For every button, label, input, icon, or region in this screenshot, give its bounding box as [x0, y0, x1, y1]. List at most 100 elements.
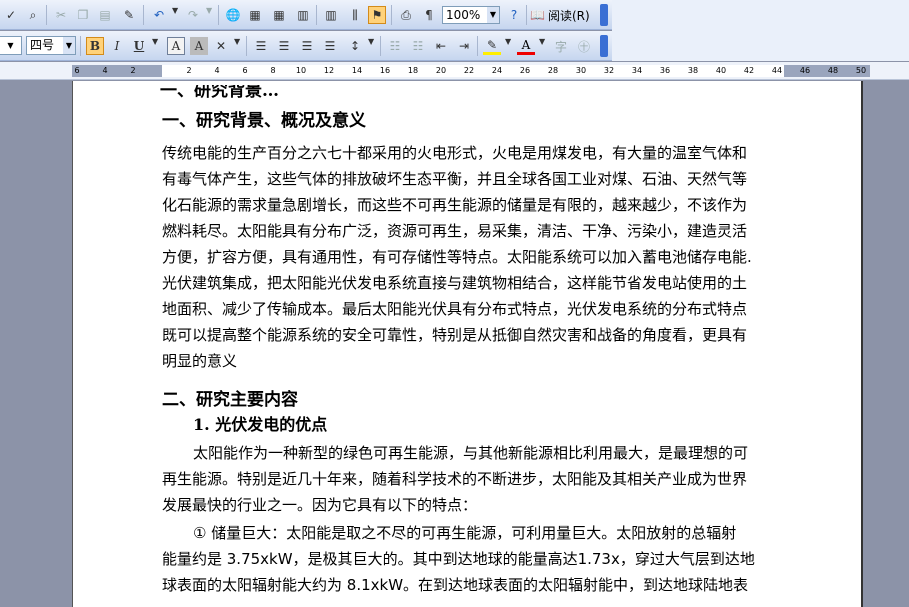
font-size-value: 四号	[30, 38, 55, 52]
bullets-icon[interactable]: ☷	[409, 37, 427, 55]
phonetic-guide-icon[interactable]: 字	[552, 37, 570, 55]
ruler-label: 46	[799, 66, 811, 75]
ruler-label: 10	[295, 66, 307, 75]
cut-icon[interactable]: ✂	[52, 6, 70, 24]
body-line: 既可以提高整个能源系统的安全可靠性，特别是从抵御自然灾害和战备的角度看，更具有	[162, 326, 748, 344]
highlight-icon[interactable]: ✎	[483, 37, 501, 55]
ruler-label: 28	[547, 66, 559, 75]
copy-icon[interactable]: ❐	[74, 6, 92, 24]
toolbar-options-handle[interactable]	[600, 35, 608, 57]
ruler-label: 12	[323, 66, 335, 75]
align-center-icon[interactable]: ☰	[275, 37, 293, 55]
body-line: 燃料耗尽。太阳能具有分布广泛，资源可再生，易采集，清洁、干净、污染小，建造灵活	[162, 222, 748, 240]
ruler-left-margin	[72, 65, 162, 77]
separator	[477, 36, 478, 56]
char-shading-button[interactable]: A	[190, 37, 208, 55]
formatting-toolbar: ▼ 四号 ▼ B I U ▼ A A ✕ ▼ ☰ ☰ ☰ ☰ ↕ ▼ ☷ ☷ ⇤…	[0, 31, 612, 61]
font-color-dropdown-icon[interactable]: ▼	[539, 37, 545, 46]
drawing-icon[interactable]: ⫼	[346, 6, 364, 24]
ruler-label: 48	[827, 66, 839, 75]
standard-toolbar: ✓ ⌕ ✂ ❐ ▤ ✎ ↶ ▼ ↷ ▼ 🌐 ▦ ▦ ▥ ▥ ⫼ ⚑ ⎙ ¶ 10…	[0, 0, 612, 30]
enclose-chars-icon[interactable]: ㊉	[575, 37, 593, 55]
body-line: 再生能源。特别是近几十年来，随着科学技术的不断进步，太阳能及其相关产业成为世界	[162, 470, 748, 488]
distributed-align-icon[interactable]: ☰	[321, 37, 339, 55]
help-icon[interactable]: ?	[505, 6, 523, 24]
font-color-button[interactable]: A	[517, 37, 535, 55]
bold-button[interactable]: B	[86, 37, 104, 55]
ruler-label: 4	[102, 66, 108, 75]
redo-dropdown-icon[interactable]: ▼	[206, 6, 212, 15]
separator	[380, 36, 381, 56]
ruler-label: 6	[74, 66, 80, 75]
body-line: 方便，扩容方便，具有通用性，有可存储性等特点。太阳能系统可以加入蓄电池储存电能.	[162, 248, 752, 266]
char-scale-dropdown-icon[interactable]: ▼	[234, 37, 240, 46]
toolbar-options-handle[interactable]	[600, 4, 608, 26]
separator	[316, 5, 317, 25]
insert-table-icon[interactable]: ▦	[270, 6, 288, 24]
align-justify-icon[interactable]: ☰	[252, 37, 270, 55]
toolbar-background	[612, 0, 909, 61]
document-map-icon[interactable]: ⚑	[368, 6, 386, 24]
read-button[interactable]: 📖 阅读(R)	[530, 6, 590, 24]
research-icon[interactable]: ⌕	[24, 6, 42, 24]
tables-borders-icon[interactable]: ▦	[246, 6, 264, 24]
highlight-dropdown-icon[interactable]: ▼	[505, 37, 511, 46]
ruler-label: 18	[407, 66, 419, 75]
zoom-select[interactable]: 100% ▼	[442, 6, 500, 24]
ruler-label: 16	[379, 66, 391, 75]
ruler-label: 50	[855, 66, 867, 75]
separator	[218, 5, 219, 25]
horizontal-ruler[interactable]: 6 4 2 2 4 6 8 10 12 14 16 18 20 22 24 26…	[0, 62, 909, 80]
align-right-icon[interactable]: ☰	[298, 37, 316, 55]
decrease-indent-icon[interactable]: ⇤	[432, 37, 450, 55]
ruler-label: 20	[435, 66, 447, 75]
paste-icon[interactable]: ▤	[96, 6, 114, 24]
spelling-icon[interactable]: ✓	[2, 6, 20, 24]
section2-heading: 二、研究主要内容	[162, 390, 298, 410]
ruler-label: 24	[491, 66, 503, 75]
insert-excel-icon[interactable]: ▥	[294, 6, 312, 24]
ruler-label: 36	[659, 66, 671, 75]
line-spacing-icon[interactable]: ↕	[346, 37, 364, 55]
separator	[526, 5, 527, 25]
ruler-label: 44	[771, 66, 783, 75]
increase-indent-icon[interactable]: ⇥	[455, 37, 473, 55]
columns-icon[interactable]: ▥	[322, 6, 340, 24]
print-preview-icon[interactable]: ⎙	[397, 6, 415, 24]
numbering-icon[interactable]: ☷	[386, 37, 404, 55]
hyperlink-icon[interactable]: 🌐	[224, 6, 242, 24]
read-button-label: 阅读(R)	[547, 8, 590, 23]
separator	[80, 36, 81, 56]
ruler-label: 6	[242, 66, 248, 75]
font-size-dropdown-icon[interactable]: ▼	[63, 37, 75, 54]
body-line: 光伏建筑集成，把太阳能光伏发电系统直接与建筑物相结合，这样能节省发电站使用的土	[162, 274, 748, 292]
font-size-select[interactable]: 四号 ▼	[26, 36, 76, 55]
body-line: 有毒气体产生，这些气体的排放破坏生态平衡，并且全球各国工业对煤、石油、天然气等	[162, 170, 748, 188]
ruler-label: 38	[687, 66, 699, 75]
separator	[46, 5, 47, 25]
ruler-label: 2	[130, 66, 136, 75]
font-name-dropdown-icon[interactable]: ▼	[0, 36, 22, 55]
ruler-label: 26	[519, 66, 531, 75]
ruler-label: 14	[351, 66, 363, 75]
underline-button[interactable]: U	[130, 37, 148, 55]
line-spacing-dropdown-icon[interactable]: ▼	[368, 37, 374, 46]
subsection1-heading: 1. 光伏发电的优点	[193, 415, 328, 434]
redo-icon[interactable]: ↷	[184, 6, 202, 24]
undo-icon[interactable]: ↶	[150, 6, 168, 24]
zoom-dropdown-icon[interactable]: ▼	[487, 7, 499, 23]
format-painter-icon[interactable]: ✎	[120, 6, 138, 24]
char-border-button[interactable]: A	[167, 37, 185, 55]
zoom-value: 100%	[446, 8, 481, 22]
underline-dropdown-icon[interactable]: ▼	[152, 37, 158, 46]
undo-dropdown-icon[interactable]: ▼	[172, 6, 178, 15]
separator	[246, 36, 247, 56]
ruler-label: 4	[214, 66, 220, 75]
show-hide-icon[interactable]: ¶	[420, 6, 438, 24]
italic-button[interactable]: I	[108, 37, 126, 55]
separator	[391, 5, 392, 25]
ruler-label: 40	[715, 66, 727, 75]
char-scale-icon[interactable]: ✕	[212, 37, 230, 55]
body-line: 能量约是 3.75xkW，是极其巨大的。其中到达地球的能量高达1.73x，穿过大…	[162, 550, 755, 568]
document-background	[0, 81, 72, 607]
